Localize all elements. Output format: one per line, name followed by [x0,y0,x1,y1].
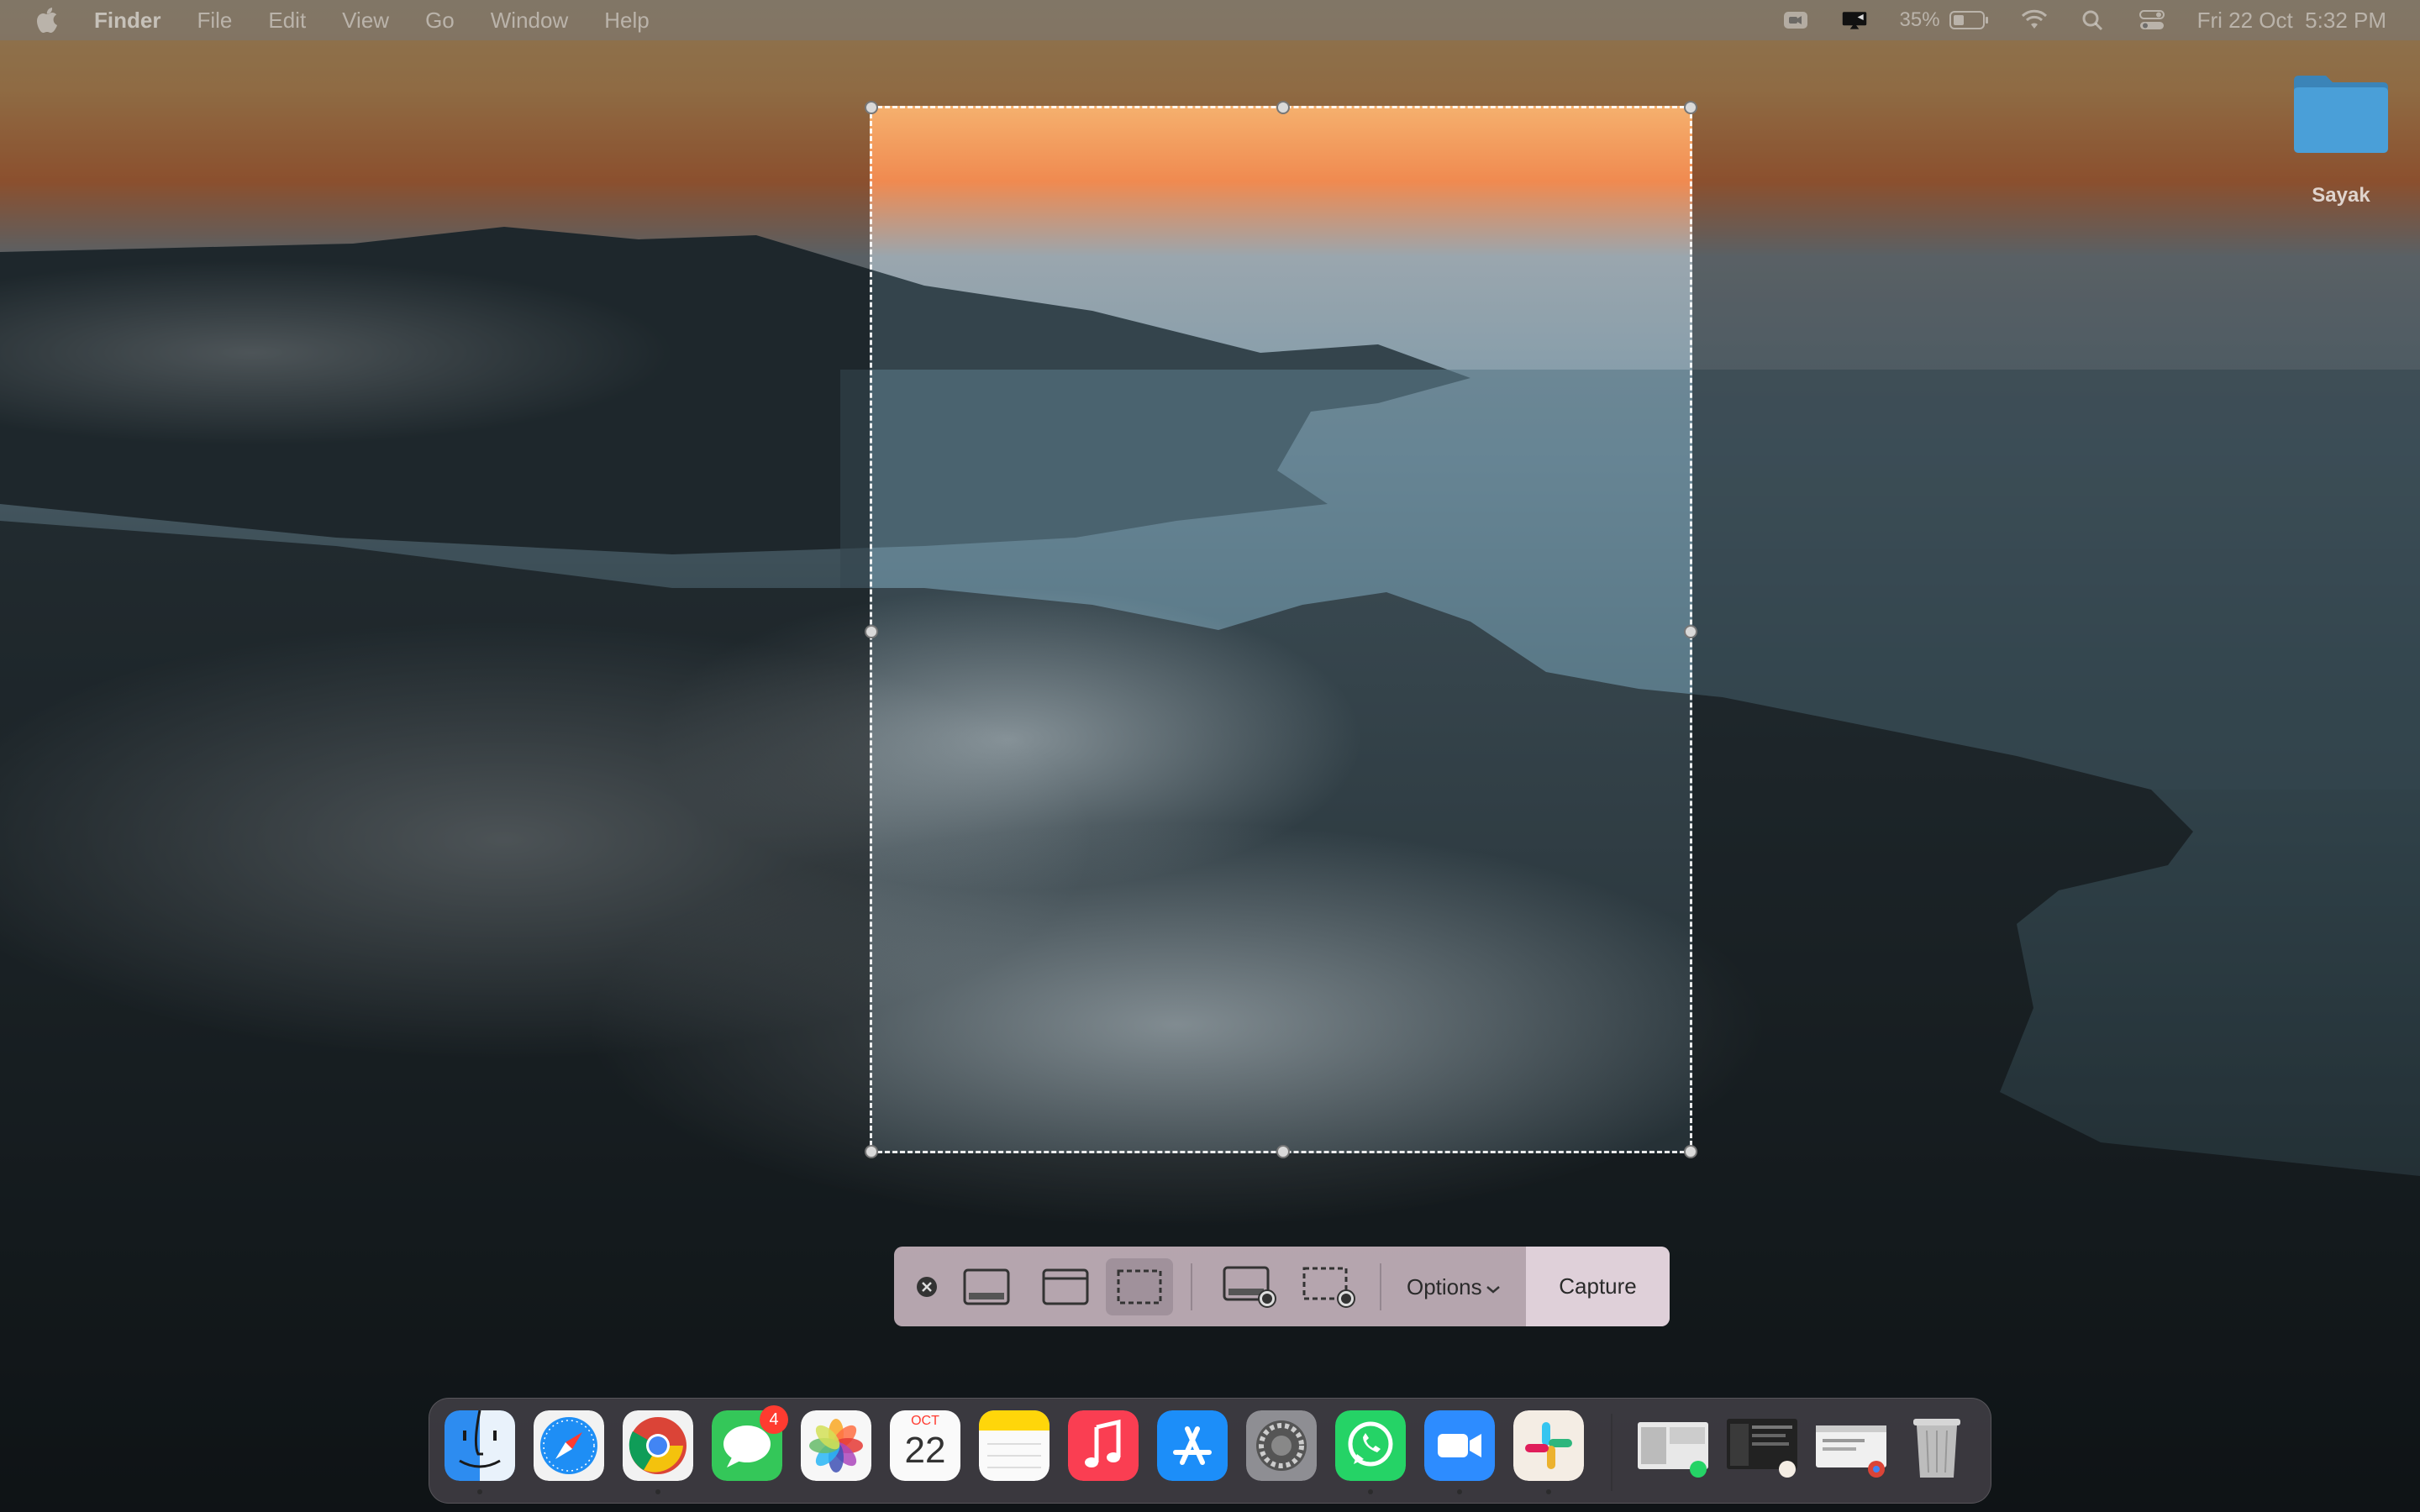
calendar-app-icon[interactable]: OCT 22 [890,1410,960,1481]
finder-app-icon[interactable] [445,1410,515,1481]
menubar-clock[interactable]: Fri 22 Oct 5:32 PM [2197,8,2386,34]
resize-handle-right[interactable] [1684,625,1697,638]
menu-view[interactable]: View [342,8,389,34]
record-screen-icon [1223,1266,1276,1308]
minimized-whatsapp-window-thumbnail[interactable] [1634,1410,1712,1481]
desktop-folder-sayak[interactable]: Sayak [2291,72,2391,207]
control-center-icon[interactable] [2139,8,2165,32]
apple-logo-icon[interactable] [35,6,59,34]
notes-app-icon[interactable] [979,1410,1050,1481]
battery-percentage: 35% [1899,8,1940,31]
calendar-month: OCT [911,1414,939,1428]
menu-finder[interactable]: Finder [94,8,160,34]
music-app-icon[interactable] [1068,1410,1139,1481]
running-indicator [655,1489,660,1494]
safari-app-icon[interactable] [534,1410,604,1481]
running-indicator [1368,1489,1373,1494]
trash-icon[interactable] [1902,1410,1972,1481]
battery-icon[interactable] [1949,9,1989,31]
record-entire-screen-button[interactable] [1217,1258,1284,1315]
calendar-day: 22 [904,1430,946,1471]
running-indicator [477,1489,482,1494]
running-indicator [1457,1489,1462,1494]
photos-app-icon[interactable] [801,1410,871,1481]
chevron-down-icon [1486,1286,1500,1294]
wifi-icon[interactable] [2021,8,2048,32]
resize-handle-bottom-left[interactable] [865,1145,878,1158]
capture-entire-screen-button[interactable] [953,1258,1020,1315]
screenshot-selection-area[interactable] [865,101,1697,1158]
menu-edit[interactable]: Edit [268,8,306,34]
whatsapp-app-icon[interactable] [1335,1410,1406,1481]
status-area: 35% Fri 22 Oct 5:32 PM [1782,0,2386,40]
resize-handle-top-left[interactable] [865,101,878,114]
toolbar-divider [1191,1263,1192,1310]
selection-capture-icon [1117,1269,1162,1305]
resize-handle-top[interactable] [1276,101,1290,114]
chrome-app-icon[interactable] [623,1410,693,1481]
options-menu-button[interactable]: Options [1407,1258,1501,1315]
record-selected-portion-button[interactable] [1296,1258,1363,1315]
toolbar-divider [1380,1263,1381,1310]
resize-handle-top-right[interactable] [1684,101,1697,114]
capture-selected-portion-button[interactable] [1106,1258,1173,1315]
minimized-chrome-window-thumbnail[interactable] [1812,1410,1890,1481]
window-capture-icon [1042,1268,1089,1305]
folder-icon [2294,76,2388,153]
messages-badge: 4 [760,1405,788,1434]
running-indicator [1546,1489,1551,1494]
close-toolbar-button[interactable] [914,1258,939,1315]
folder-label: Sayak [2312,184,2370,207]
menu-bar: Finder File Edit View Go Window Help 35% [0,0,2420,40]
slack-app-icon[interactable] [1513,1410,1584,1481]
options-label: Options [1407,1273,1482,1299]
menu-file[interactable]: File [197,8,232,34]
record-selection-icon [1302,1267,1355,1308]
dock: 4 OCT 22 [429,1398,1991,1504]
resize-handle-bottom-right[interactable] [1684,1145,1697,1158]
screen-mirroring-icon[interactable] [1841,8,1868,32]
menu-help[interactable]: Help [604,8,649,34]
resize-handle-bottom[interactable] [1276,1145,1290,1158]
zoom-app-icon[interactable] [1424,1410,1495,1481]
video-camera-icon[interactable] [1782,8,1809,32]
spotlight-search-icon[interactable] [2080,8,2107,32]
menu-go[interactable]: Go [425,8,455,34]
resize-handle-left[interactable] [865,625,878,638]
app-store-app-icon[interactable] [1157,1410,1228,1481]
dock-divider [1611,1414,1612,1491]
close-icon [917,1277,937,1297]
entire-screen-icon [963,1268,1010,1305]
system-preferences-app-icon[interactable] [1246,1410,1317,1481]
minimized-slack-window-thumbnail[interactable] [1723,1410,1801,1481]
menu-window[interactable]: Window [491,8,568,34]
capture-button[interactable]: Capture [1526,1247,1670,1326]
capture-window-button[interactable] [1032,1258,1099,1315]
screenshot-toolbar: Options Capture [894,1247,1670,1326]
